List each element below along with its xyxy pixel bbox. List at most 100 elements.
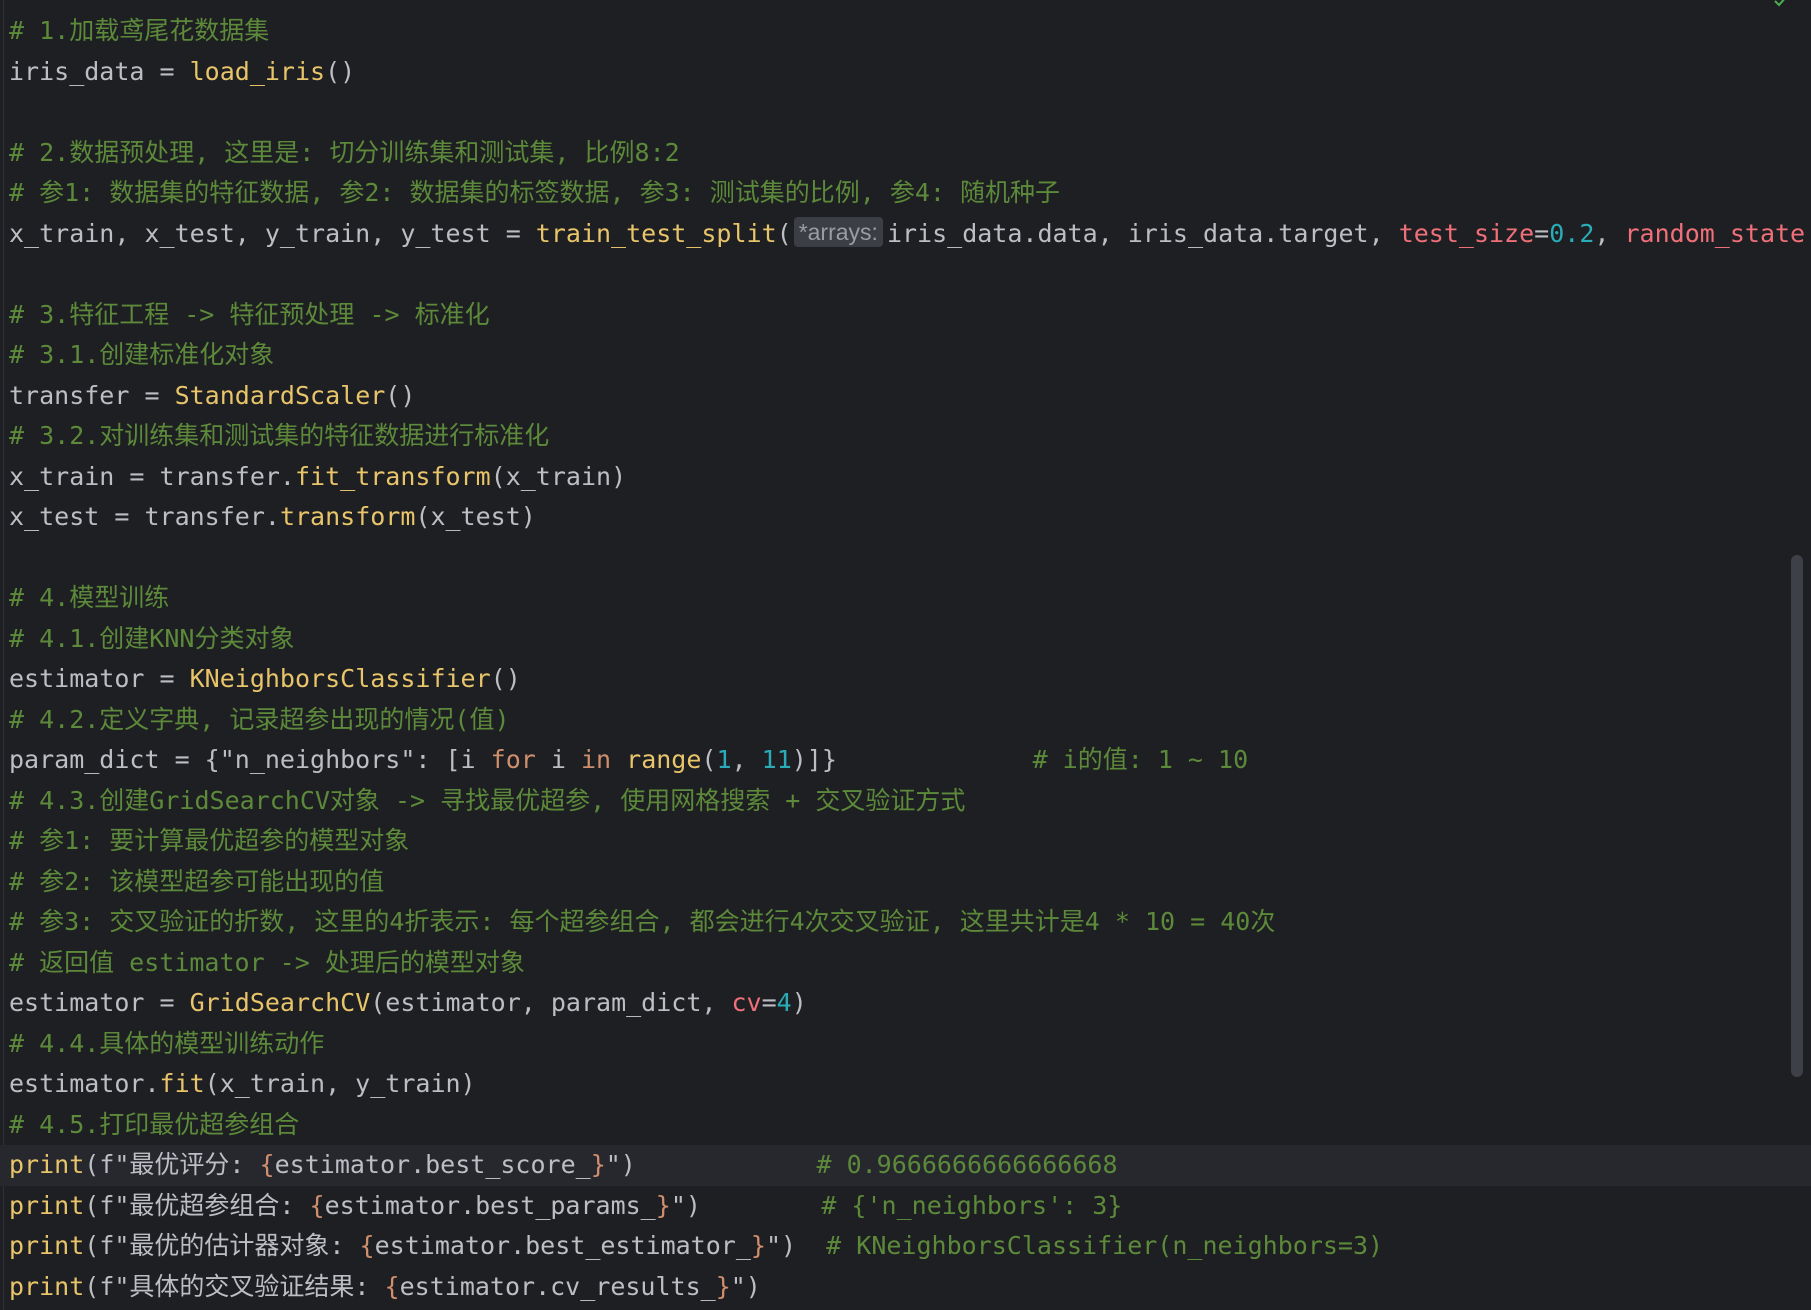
- code-comment: # 4.模型训练: [9, 583, 170, 612]
- code-token: }: [715, 1271, 731, 1301]
- vertical-scrollbar[interactable]: [1791, 555, 1803, 1077]
- code-line[interactable]: print(f"最优的估计器对象: {estimator.best_estima…: [0, 1226, 1811, 1267]
- code-comment: # 参1: 要计算最优超参的模型对象: [9, 826, 410, 855]
- blank-line[interactable]: ​: [0, 538, 1811, 579]
- code-comment: # 3.特征工程 -> 特征预处理 -> 标准化: [9, 299, 490, 329]
- code-line[interactable]: estimator = KNeighborsClassifier(): [0, 659, 1811, 700]
- code-comment: # 4.5.打印最优超参组合: [9, 1109, 300, 1139]
- code-token: f"具体的交叉验证结果:: [99, 1271, 385, 1301]
- code-token: (: [84, 1231, 100, 1260]
- blank-line[interactable]: ​: [0, 92, 1811, 133]
- code-token: estimator.best_score_: [274, 1150, 591, 1179]
- code-token: (x_train): [490, 461, 627, 491]
- code-line[interactable]: # 4.2.定义字典, 记录超参出现的情况(值): [0, 700, 1811, 741]
- code-line[interactable]: # 4.3.创建GridSearchCV对象 -> 寻找最优超参, 使用网格搜索…: [0, 781, 1811, 822]
- code-comment: # 返回值 estimator -> 处理后的模型对象: [9, 947, 525, 977]
- code-token: fit_transform: [294, 461, 491, 491]
- code-token: train_test_split: [535, 218, 777, 248]
- code-comment: # 4.3.创建GridSearchCV对象 -> 寻找最优超参, 使用网格搜索…: [9, 785, 966, 815]
- code-token: print: [9, 1231, 85, 1260]
- code-token: "n_neighbors": [219, 745, 416, 774]
- code-token: f"最优超参组合:: [99, 1190, 310, 1220]
- code-comment: # i的值: 1 ~ 10: [836, 745, 1249, 774]
- code-line[interactable]: # 参1: 要计算最优超参的模型对象: [0, 821, 1811, 862]
- code-line[interactable]: estimator.fit(x_train, y_train): [0, 1064, 1811, 1105]
- parameter-hint: *arrays:: [793, 216, 883, 247]
- code-line[interactable]: # 参3: 交叉验证的折数, 这里的4折表示: 每个超参组合, 都会进行4次交叉…: [0, 902, 1811, 943]
- code-token: estimator.best_estimator_: [374, 1231, 751, 1260]
- code-area[interactable]: # 1.加载鸢尾花数据集iris_data = load_iris()​# 2.…: [0, 0, 1811, 1307]
- code-line[interactable]: estimator = GridSearchCV(estimator, para…: [0, 983, 1811, 1024]
- code-token: (estimator, param_dict,: [370, 988, 732, 1017]
- code-line[interactable]: # 参2: 该模型超参可能出现的值: [0, 862, 1811, 903]
- code-line[interactable]: print(f"具体的交叉验证结果: {estimator.cv_results…: [0, 1267, 1811, 1308]
- code-token: print: [9, 1271, 85, 1301]
- code-line[interactable]: # 1.加载鸢尾花数据集: [0, 11, 1811, 52]
- code-token: (): [325, 56, 356, 86]
- code-token: "): [670, 1190, 701, 1220]
- code-token: print: [9, 1190, 85, 1220]
- code-token: i: [535, 745, 581, 774]
- code-line[interactable]: # 4.1.创建KNN分类对象: [0, 619, 1811, 660]
- code-token: in: [580, 745, 612, 774]
- code-token: {: [309, 1190, 325, 1220]
- blank-line[interactable]: ​: [0, 254, 1811, 295]
- code-token: estimator =: [9, 988, 190, 1017]
- code-line[interactable]: # 返回值 estimator -> 处理后的模型对象: [0, 943, 1811, 984]
- code-line[interactable]: x_train, x_test, y_train, y_test = train…: [0, 214, 1811, 255]
- code-token: param_dict = {: [9, 745, 220, 774]
- code-token: GridSearchCV: [189, 988, 371, 1017]
- code-token: transfer =: [9, 380, 175, 410]
- code-token: =: [1534, 218, 1550, 248]
- code-line[interactable]: iris_data = load_iris(): [0, 52, 1811, 93]
- code-token: print: [9, 1150, 85, 1179]
- code-token: (x_test): [415, 502, 536, 531]
- code-token: "): [730, 1271, 761, 1301]
- code-comment: # 3.1.创建标准化对象: [9, 340, 275, 369]
- code-line[interactable]: x_train = transfer.fit_transform(x_train…: [0, 457, 1811, 498]
- code-line[interactable]: # 3.特征工程 -> 特征预处理 -> 标准化: [0, 295, 1811, 336]
- code-comment: # 0.9666666666666668: [635, 1150, 1118, 1179]
- code-line[interactable]: # 4.模型训练: [0, 578, 1811, 619]
- code-comment: # 4.4.具体的模型训练动作: [9, 1028, 325, 1058]
- code-token: "): [605, 1150, 636, 1179]
- code-line[interactable]: # 4.5.打印最优超参组合: [0, 1105, 1811, 1146]
- code-token: transform: [279, 502, 416, 531]
- code-line[interactable]: transfer = StandardScaler(): [0, 376, 1811, 417]
- code-line[interactable]: # 3.1.创建标准化对象: [0, 335, 1811, 376]
- code-line[interactable]: # 4.4.具体的模型训练动作: [0, 1024, 1811, 1065]
- code-token: }: [590, 1150, 606, 1179]
- code-token: for: [490, 745, 536, 774]
- code-line[interactable]: param_dict = {"n_neighbors": [i for i in…: [0, 740, 1811, 781]
- code-comment: # 2.数据预处理, 这里是: 切分训练集和测试集, 比例8:2: [9, 137, 680, 167]
- code-token: x_test = transfer.: [9, 502, 280, 531]
- code-line[interactable]: # 2.数据预处理, 这里是: 切分训练集和测试集, 比例8:2: [0, 133, 1811, 174]
- code-token: cv: [731, 988, 762, 1017]
- code-comment: # 参1: 数据集的特征数据, 参2: 数据集的标签数据, 参3: 测试集的比例…: [9, 178, 1061, 207]
- code-token: 4: [776, 988, 792, 1017]
- code-token: (: [84, 1150, 100, 1179]
- code-token: }: [655, 1190, 671, 1220]
- code-token: load_iris: [189, 56, 326, 86]
- code-line[interactable]: print(f"最优超参组合: {estimator.best_params_}…: [0, 1186, 1811, 1227]
- code-token: test_size: [1398, 218, 1535, 248]
- code-line[interactable]: x_test = transfer.transform(x_test): [0, 497, 1811, 538]
- code-comment: # 4.2.定义字典, 记录超参出现的情况(值): [9, 704, 510, 734]
- code-line[interactable]: print(f"最优评分: {estimator.best_score_}") …: [0, 1145, 1811, 1186]
- code-token: 0.2: [1549, 218, 1595, 248]
- code-token: (): [385, 380, 416, 410]
- code-line[interactable]: # 3.2.对训练集和测试集的特征数据进行标准化: [0, 416, 1811, 457]
- code-comment: # 参2: 该模型超参可能出现的值: [9, 866, 385, 896]
- code-token: (: [84, 1271, 100, 1301]
- code-line[interactable]: # 参1: 数据集的特征数据, 参2: 数据集的标签数据, 参3: 测试集的比例…: [0, 173, 1811, 214]
- code-token: "): [765, 1231, 797, 1260]
- code-token: x_train, x_test, y_train, y_test =: [9, 218, 536, 248]
- code-token: 11: [761, 745, 792, 774]
- code-token: fit: [159, 1069, 205, 1098]
- code-token: {: [384, 1271, 400, 1301]
- code-token: )]}: [791, 745, 837, 774]
- code-token: ): [791, 988, 807, 1017]
- code-token: ,: [731, 745, 762, 774]
- code-editor[interactable]: # 1.加载鸢尾花数据集iris_data = load_iris()​# 2.…: [0, 0, 1811, 1310]
